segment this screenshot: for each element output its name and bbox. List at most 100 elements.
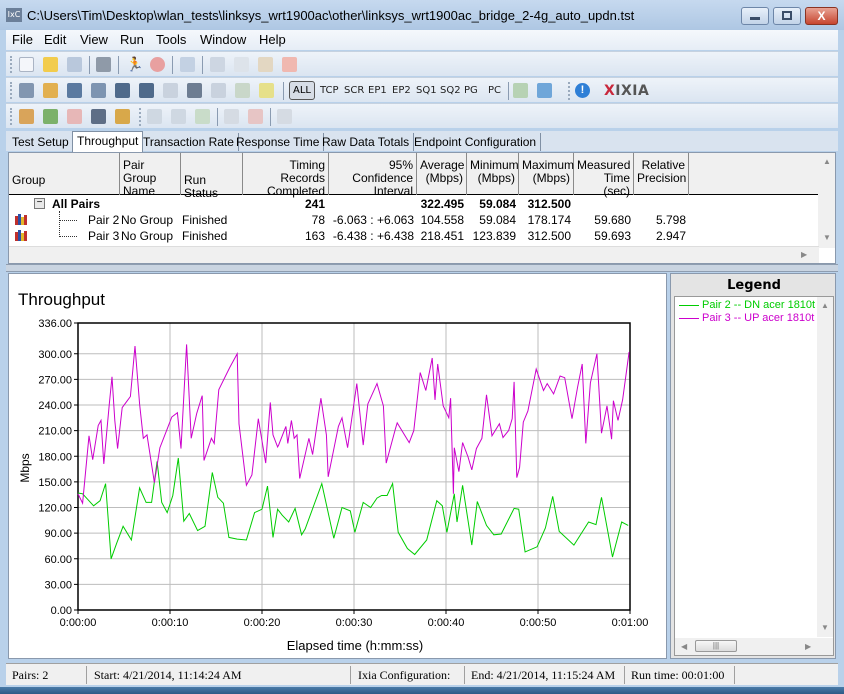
y-tick-label: 90.00: [44, 528, 72, 540]
save-icon[interactable]: [67, 57, 82, 72]
info-icon[interactable]: !: [575, 83, 590, 98]
column-header-group[interactable]: Group: [9, 153, 120, 195]
column-header-confidence-interval[interactable]: 95% Confidence Interval: [329, 153, 417, 198]
edit-script-icon[interactable]: [187, 83, 202, 98]
compare-icon[interactable]: [147, 109, 162, 124]
paste-icon[interactable]: [258, 57, 273, 72]
tab-transaction-rate[interactable]: Transaction Rate: [139, 133, 239, 151]
export-icon[interactable]: [513, 83, 528, 98]
network-wizard-icon[interactable]: [91, 109, 106, 124]
column-header-timing-records[interactable]: Timing Records Completed: [243, 153, 329, 198]
tab-test-setup[interactable]: Test Setup: [8, 133, 74, 151]
legend-horizontal-scrollbar[interactable]: ◀ ||| ▶: [675, 638, 833, 655]
menu-run[interactable]: Run: [120, 32, 144, 47]
legend-vertical-scrollbar[interactable]: ▲ ▼: [817, 297, 833, 637]
maximum: 312.500: [527, 229, 571, 243]
scroll-up-icon[interactable]: ▲: [821, 301, 829, 310]
collapse-toggle[interactable]: −: [34, 198, 45, 209]
filter-ep1-button[interactable]: EP1: [368, 85, 387, 96]
scroll-down-icon[interactable]: ▼: [823, 233, 831, 242]
menu-tools[interactable]: Tools: [156, 32, 186, 47]
filter-all-button[interactable]: ALL: [289, 81, 315, 100]
scroll-thumb[interactable]: |||: [695, 640, 737, 652]
y-tick-label: 150.00: [38, 477, 72, 489]
average: 104.558: [420, 213, 464, 227]
add-endpoint-icon[interactable]: [67, 83, 82, 98]
filter-pc-button[interactable]: PC: [488, 85, 501, 96]
add-voip-icon[interactable]: [139, 83, 154, 98]
tab-endpoint-configuration[interactable]: Endpoint Configuration: [410, 133, 542, 151]
filter-tcp-button[interactable]: TCP: [320, 85, 339, 96]
y-tick-labels: 0.00 30.00 60.00 90.00 120.00 150.00 180.00 210…: [38, 318, 72, 617]
close-button[interactable]: X: [805, 7, 838, 25]
column-header-run-status[interactable]: Run Status: [181, 153, 243, 200]
stop-icon[interactable]: [150, 57, 165, 72]
scroll-up-icon[interactable]: ▲: [823, 157, 831, 166]
properties-icon[interactable]: [277, 109, 292, 124]
sort-icon[interactable]: [259, 83, 274, 98]
grid-vertical-scrollbar[interactable]: ▲ ▼: [818, 153, 835, 248]
tab-throughput[interactable]: Throughput: [72, 131, 144, 152]
add-video-icon[interactable]: [115, 83, 130, 98]
add-pair-icon[interactable]: [19, 83, 34, 98]
run-icon[interactable]: 🏃: [126, 57, 143, 72]
save-results-icon[interactable]: [537, 83, 552, 98]
merge-icon[interactable]: [171, 109, 186, 124]
table-row[interactable]: Pair 3 No Group Finished 163 -6.438 : +6…: [9, 228, 819, 244]
menu-view[interactable]: View: [80, 32, 108, 47]
minimize-button[interactable]: [741, 7, 769, 25]
swap-icon[interactable]: [211, 83, 226, 98]
taskbar-edge: [0, 687, 844, 694]
maximize-button[interactable]: [773, 7, 801, 25]
cut-icon[interactable]: [210, 57, 225, 72]
filter-pg-button[interactable]: PG: [464, 85, 478, 96]
scroll-left-icon[interactable]: ◀: [681, 642, 687, 651]
menu-file[interactable]: File: [12, 32, 33, 47]
toolbar-separator: [508, 82, 509, 100]
edit-icon[interactable]: [163, 83, 178, 98]
pane-splitter[interactable]: [6, 264, 838, 272]
split-icon[interactable]: [195, 109, 210, 124]
menu-help[interactable]: Help: [259, 32, 286, 47]
remove-layout-icon[interactable]: [248, 109, 263, 124]
tab-raw-data-totals[interactable]: Raw Data Totals: [318, 133, 415, 151]
column-header-pair-group-name[interactable]: Pair Group Name: [120, 153, 181, 198]
toolbar-grip[interactable]: [10, 82, 12, 99]
run-wizard-icon[interactable]: [19, 109, 34, 124]
filter-sq1-button[interactable]: SQ1: [416, 85, 437, 96]
scroll-right-icon[interactable]: ▶: [805, 642, 811, 651]
menu-edit[interactable]: Edit: [44, 32, 66, 47]
column-header-relative-precision[interactable]: Relative Precision: [634, 153, 689, 195]
legend-entry-pair-3[interactable]: Pair 3 -- UP acer 1810t >: [679, 312, 824, 324]
toolbar-grip[interactable]: [10, 56, 12, 73]
grid-horizontal-scrollbar[interactable]: ▶: [9, 246, 819, 263]
print-icon[interactable]: [96, 57, 111, 72]
scroll-right-icon[interactable]: ▶: [801, 250, 807, 259]
scroll-down-icon[interactable]: ▼: [821, 623, 829, 632]
toolbar-grip[interactable]: [10, 108, 12, 125]
renumber-icon[interactable]: [235, 83, 250, 98]
delete-icon[interactable]: [282, 57, 297, 72]
disabled-wizard-icon[interactable]: [67, 109, 82, 124]
open-folder-icon[interactable]: [43, 57, 58, 72]
column-header-minimum[interactable]: Minimum (Mbps): [467, 153, 519, 195]
table-row[interactable]: Pair 2 No Group Finished 78 -6.063 : +6.…: [9, 212, 819, 228]
tab-response-time[interactable]: Response Time: [232, 133, 325, 151]
add-group-icon[interactable]: [91, 83, 106, 98]
filter-scr-button[interactable]: SCR: [344, 85, 364, 96]
column-header-measured-time[interactable]: Measured Time (sec): [574, 153, 634, 198]
add-multicast-icon[interactable]: [43, 83, 58, 98]
report-wizard-icon[interactable]: [115, 109, 130, 124]
copy-icon[interactable]: [234, 57, 249, 72]
column-header-average[interactable]: Average (Mbps): [417, 153, 467, 195]
layout-icon[interactable]: [224, 109, 239, 124]
filter-sq2-button[interactable]: SQ2: [440, 85, 461, 96]
legend-entry-pair-2[interactable]: Pair 2 -- DN acer 1810t >: [679, 299, 825, 311]
refresh-icon[interactable]: [180, 57, 195, 72]
column-header-maximum[interactable]: Maximum (Mbps): [519, 153, 574, 195]
menu-window[interactable]: Window: [200, 32, 246, 47]
summary-row[interactable]: − All Pairs 241 322.495 59.084 312.500: [9, 196, 819, 212]
pair-wizard-icon[interactable]: [43, 109, 58, 124]
filter-ep2-button[interactable]: EP2: [392, 85, 411, 96]
new-file-icon[interactable]: [19, 57, 34, 72]
